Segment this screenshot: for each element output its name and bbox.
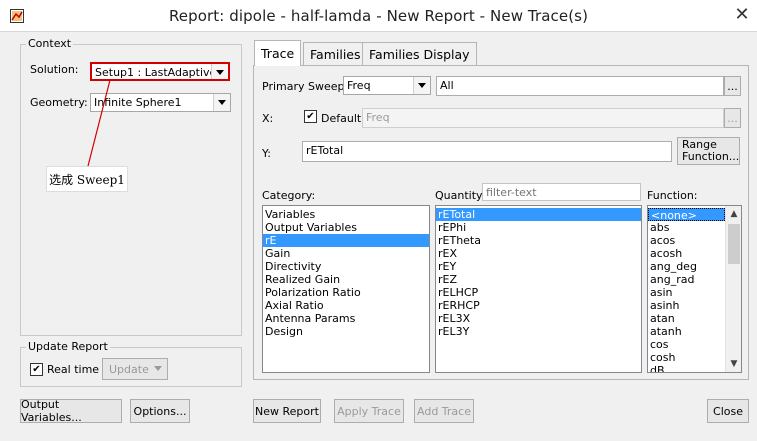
- list-item[interactable]: Realized Gain: [263, 273, 429, 286]
- quantity-list[interactable]: rETotal rEPhi rETheta rEX rEY rEZ rELHCP…: [435, 205, 642, 373]
- range-function-button[interactable]: Range Function...: [677, 137, 740, 165]
- list-item[interactable]: Axial Ratio: [263, 299, 429, 312]
- x-label: X:: [262, 112, 274, 125]
- tab-trace[interactable]: Trace: [254, 40, 302, 66]
- function-label: Function:: [647, 189, 698, 202]
- list-item[interactable]: rETheta: [436, 234, 641, 247]
- list-item[interactable]: rEY: [436, 260, 641, 273]
- list-item[interactable]: rEPhi: [436, 221, 641, 234]
- quantity-filter-input[interactable]: [482, 183, 641, 201]
- function-list[interactable]: <none> abs acos acosh ang_deg ang_rad as…: [647, 205, 742, 373]
- new-report-button[interactable]: New Report: [253, 399, 321, 423]
- list-item[interactable]: rERHCP: [436, 299, 641, 312]
- list-item[interactable]: Directivity: [263, 260, 429, 273]
- list-item[interactable]: rEL3X: [436, 312, 641, 325]
- primary-sweep-value: Freq: [347, 79, 371, 92]
- quantity-label: Quantity:: [435, 189, 486, 202]
- scroll-up-icon[interactable]: ▲: [726, 206, 741, 222]
- realtime-checkbox[interactable]: ✔: [30, 363, 43, 376]
- update-button[interactable]: Update: [102, 358, 168, 380]
- list-item[interactable]: Variables: [263, 208, 429, 221]
- tab-families[interactable]: Families: [303, 42, 368, 65]
- close-button[interactable]: Close: [707, 399, 749, 423]
- list-item[interactable]: rETotal: [436, 208, 641, 221]
- chevron-down-icon: [154, 366, 162, 371]
- scroll-down-icon[interactable]: ▼: [726, 356, 741, 372]
- range-function-line2: Function...: [682, 150, 740, 163]
- list-item[interactable]: <none>: [648, 208, 725, 222]
- primary-sweep-label: Primary Sweep:: [262, 80, 349, 93]
- annotation-callout: 选成 Sweep1: [46, 166, 128, 192]
- function-scrollbar[interactable]: ▲ ▼: [725, 206, 741, 372]
- scroll-thumb[interactable]: [728, 224, 740, 264]
- y-field[interactable]: rETotal: [302, 141, 672, 162]
- list-item[interactable]: Gain: [263, 247, 429, 260]
- update-report-title: Update Report: [26, 340, 110, 353]
- options-button[interactable]: Options...: [130, 399, 190, 423]
- annotation-text: 选成 Sweep1: [49, 172, 125, 187]
- primary-sweep-range[interactable]: All: [436, 76, 724, 96]
- list-item[interactable]: Output Variables: [263, 221, 429, 234]
- list-item[interactable]: rEZ: [436, 273, 641, 286]
- list-item[interactable]: rELHCP: [436, 286, 641, 299]
- list-item[interactable]: rE: [263, 234, 429, 247]
- x-field[interactable]: Freq: [362, 108, 724, 128]
- default-checkbox[interactable]: ✔: [304, 110, 317, 123]
- add-trace-button[interactable]: Add Trace: [414, 399, 474, 423]
- list-item[interactable]: Polarization Ratio: [263, 286, 429, 299]
- list-item[interactable]: rEX: [436, 247, 641, 260]
- tab-families-display[interactable]: Families Display: [362, 42, 477, 65]
- default-label: Default: [321, 112, 362, 125]
- apply-trace-button[interactable]: Apply Trace: [334, 399, 404, 423]
- chevron-down-icon[interactable]: [413, 77, 430, 94]
- output-variables-button[interactable]: Output Variables...: [20, 398, 122, 424]
- realtime-label: Real time: [47, 363, 100, 376]
- list-item[interactable]: rEL3Y: [436, 325, 641, 338]
- update-button-label: Update: [109, 362, 149, 376]
- list-item[interactable]: Antenna Params: [263, 312, 429, 325]
- category-label: Category:: [262, 189, 316, 202]
- category-list[interactable]: Variables Output Variables rE Gain Direc…: [262, 205, 430, 373]
- primary-sweep-select[interactable]: Freq: [343, 76, 431, 95]
- y-label: Y:: [262, 147, 271, 160]
- list-item[interactable]: Design: [263, 325, 429, 338]
- primary-sweep-ellipsis-button[interactable]: ...: [724, 76, 741, 96]
- x-ellipsis-button[interactable]: ...: [724, 108, 741, 128]
